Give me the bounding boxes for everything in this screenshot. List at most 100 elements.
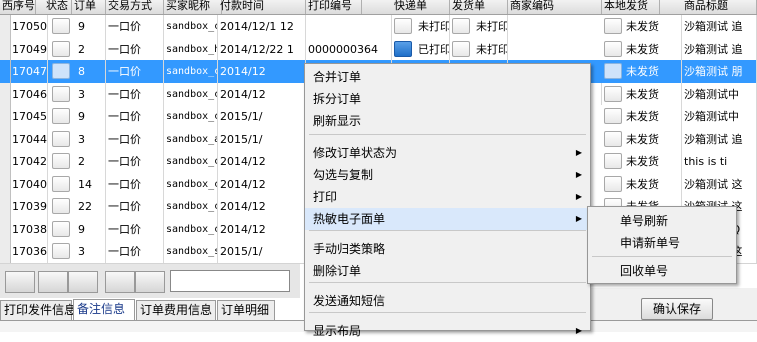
- cell-paytime: 2014/12: [218, 195, 306, 218]
- column-header[interactable]: 付款时间: [218, 0, 306, 14]
- toolbar-button-3[interactable]: [68, 271, 98, 293]
- cell-buyer: sandbox_al: [164, 127, 218, 151]
- column-header[interactable]: 买家昵称: [164, 0, 222, 14]
- context-menu-item[interactable]: 显示布局 ▶: [305, 320, 590, 342]
- cell-id: 17040: [10, 172, 48, 196]
- cell-buyer: sandbox_cui: [164, 195, 218, 218]
- context-menu-item[interactable]: 手动归类策略: [305, 238, 590, 260]
- context-menu-item[interactable]: 发送通知短信: [305, 290, 590, 312]
- cell-paytime: 2014/12/1 12: [218, 15, 306, 38]
- cell-buyer: sandbox_c_1: [164, 172, 218, 196]
- context-menu-item[interactable]: 拆分订单: [305, 88, 590, 110]
- toolbar-button-4[interactable]: [105, 271, 135, 293]
- table-row[interactable]: 17049 2一口价sandbox_hej2014/12/22 100000003…: [0, 37, 757, 62]
- cell-trade: 一口价: [106, 37, 164, 61]
- toolbar-input[interactable]: [170, 270, 290, 292]
- status-checkbox[interactable]: [52, 175, 70, 192]
- context-menu-label: 拆分订单: [313, 92, 362, 106]
- context-menu-item[interactable]: 打印 ▶: [305, 186, 590, 208]
- column-header[interactable]: 发货单: [450, 0, 508, 14]
- status-checkbox[interactable]: [452, 18, 470, 34]
- status-checkbox[interactable]: [604, 130, 622, 147]
- confirm-save-button[interactable]: 确认保存: [641, 298, 713, 320]
- cell-buyer: sandbox_cil: [164, 105, 218, 128]
- cell-buyer: sandbox_c_2: [164, 150, 218, 173]
- column-header[interactable]: 状态: [44, 0, 72, 14]
- status-checkbox[interactable]: [52, 198, 70, 214]
- status-checkbox[interactable]: [604, 40, 622, 57]
- tab-print-sender-info[interactable]: 打印发件信息: [0, 300, 76, 320]
- column-header[interactable]: 快递单: [392, 0, 450, 14]
- status-checkbox[interactable]: [52, 18, 70, 34]
- column-header[interactable]: 商品标题: [682, 0, 757, 14]
- cell-buyer: sandbox_c_1: [164, 60, 218, 83]
- context-menu-label: 热敏电子面单: [313, 212, 386, 226]
- column-header[interactable]: 本地发货: [602, 0, 660, 14]
- cell-id: 17050: [10, 15, 48, 38]
- status-checkbox[interactable]: [52, 220, 70, 237]
- cell-buyer: sandbox_sns: [164, 240, 218, 263]
- status-checkbox[interactable]: [604, 175, 622, 192]
- cell-paytime: 2014/12/22 1: [218, 37, 306, 61]
- context-menu-label: 发送通知短信: [313, 294, 386, 308]
- cell-id: 17049: [10, 37, 48, 61]
- cell-express: 未打印: [416, 15, 450, 38]
- column-header[interactable]: 打印编号: [306, 0, 362, 14]
- status-checkbox[interactable]: [52, 40, 70, 57]
- tab-order-fee-info[interactable]: 订单费用信息: [136, 300, 216, 320]
- submenu-arrow-icon: ▶: [575, 326, 582, 335]
- table-row[interactable]: 17050 9一口价sandbox_c_22014/12/1 12 未打印 未打印 未发…: [0, 15, 757, 39]
- column-header[interactable]: 交易方式: [106, 0, 164, 14]
- status-checkbox[interactable]: [604, 153, 622, 169]
- context-menu-item[interactable]: 勾选与复制 ▶: [305, 164, 590, 186]
- cell-paytime: 2014/12: [218, 172, 306, 196]
- tab-order-detail[interactable]: 订单明细: [217, 300, 275, 320]
- toolbar-button-5[interactable]: [135, 271, 165, 293]
- status-checkbox[interactable]: [52, 130, 70, 147]
- toolbar-button-2[interactable]: [38, 271, 68, 293]
- menu-separator: [309, 230, 586, 231]
- cell-id: 17039: [10, 195, 48, 218]
- cell-qty: 9: [76, 217, 106, 241]
- status-checkbox[interactable]: [604, 18, 622, 34]
- cell-qty: 9: [76, 105, 106, 128]
- cell-local: 未发货: [624, 127, 682, 151]
- context-menu-item[interactable]: 删除订单: [305, 260, 590, 282]
- cell-local: 未发货: [624, 172, 682, 196]
- context-menu-item[interactable]: 合并订单: [305, 66, 590, 88]
- column-header[interactable]: 订单: [72, 0, 106, 14]
- cell-id: 17036: [10, 240, 48, 263]
- status-checkbox[interactable]: [604, 85, 622, 102]
- status-checkbox[interactable]: [52, 243, 70, 259]
- status-checkbox[interactable]: [394, 40, 412, 57]
- column-header[interactable]: 商家编码: [508, 0, 602, 14]
- cell-local: 未发货: [624, 15, 682, 38]
- thermal-waybill-submenu: 单号刷新 申请新单号回收单号: [587, 206, 737, 284]
- cell-local: 未发货: [624, 37, 682, 61]
- menu-separator: [592, 256, 732, 257]
- cell-trade: 一口价: [106, 82, 164, 106]
- column-header[interactable]: 西序号: [0, 0, 36, 14]
- cell-qty: 8: [76, 60, 106, 83]
- cell-paytime: 2015/1/: [218, 240, 306, 263]
- tab-remark-info[interactable]: 备注信息: [73, 299, 135, 320]
- status-checkbox[interactable]: [394, 18, 412, 34]
- toolbar-button-1[interactable]: [5, 271, 35, 293]
- status-checkbox[interactable]: [604, 108, 622, 124]
- cell-trade: 一口价: [106, 217, 164, 241]
- submenu-item[interactable]: 回收单号: [588, 260, 736, 282]
- cell-paytime: 2014/12: [218, 82, 306, 106]
- submenu-item[interactable]: 申请新单号: [588, 232, 736, 254]
- context-menu-item[interactable]: 刷新显示: [305, 110, 590, 132]
- cell-id: 17046: [10, 82, 48, 106]
- status-checkbox[interactable]: [52, 153, 70, 169]
- submenu-item[interactable]: 单号刷新: [588, 210, 736, 232]
- status-checkbox[interactable]: [52, 63, 70, 79]
- status-checkbox[interactable]: [452, 40, 470, 57]
- status-checkbox[interactable]: [52, 85, 70, 102]
- status-checkbox[interactable]: [604, 63, 622, 79]
- cell-trade: 一口价: [106, 150, 164, 173]
- context-menu-item[interactable]: 热敏电子面单 ▶: [305, 208, 590, 230]
- context-menu-item[interactable]: 修改订单状态为 ▶: [305, 142, 590, 164]
- status-checkbox[interactable]: [52, 108, 70, 124]
